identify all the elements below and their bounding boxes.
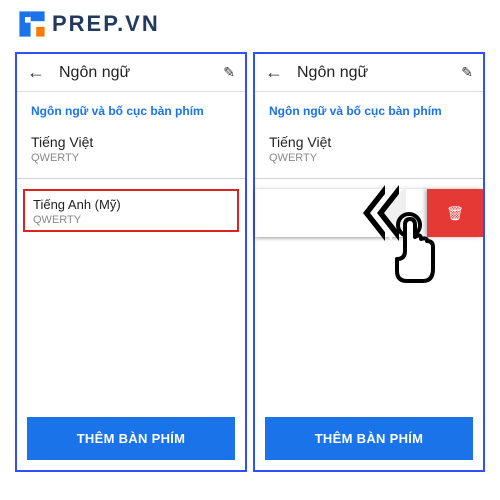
language-layout: QWERTY	[33, 214, 229, 226]
screen-right: ← Ngôn ngữ ✎ Ngôn ngữ và bố cục bàn phím…	[253, 52, 485, 472]
section-title: Ngôn ngữ và bố cục bàn phím	[17, 92, 245, 126]
add-keyboard-button[interactable]: THÊM BÀN PHÍM	[265, 417, 473, 460]
back-icon[interactable]: ←	[27, 62, 45, 83]
page-title: Ngôn ngữ	[297, 64, 461, 82]
add-keyboard-button[interactable]: THÊM BÀN PHÍM	[27, 417, 235, 460]
edit-icon[interactable]: ✎	[461, 64, 473, 81]
spacer	[17, 236, 245, 407]
section-title: Ngôn ngữ và bố cục bàn phím	[255, 92, 483, 126]
app-header: ← Ngôn ngữ ✎	[17, 54, 245, 92]
swipe-to-delete-area: 🗑	[255, 189, 483, 243]
pointer-hand-icon	[383, 211, 443, 287]
edit-icon[interactable]: ✎	[223, 64, 235, 81]
screen-left: ← Ngôn ngữ ✎ Ngôn ngữ và bố cục bàn phím…	[15, 52, 247, 472]
prep-logo-icon	[18, 10, 46, 38]
language-item-primary[interactable]: Tiếng Việt QWERTY	[255, 126, 483, 172]
language-name: Tiếng Anh (Mỹ)	[33, 197, 229, 212]
spacer	[255, 247, 483, 407]
app-header: ← Ngôn ngữ ✎	[255, 54, 483, 92]
language-layout: QWERTY	[31, 152, 231, 164]
logo-text: PREP.VN	[52, 11, 160, 37]
language-name: Tiếng Việt	[269, 134, 469, 150]
brand-logo: PREP.VN	[0, 0, 500, 48]
screens-container: ← Ngôn ngữ ✎ Ngôn ngữ và bố cục bàn phím…	[0, 48, 500, 487]
divider	[17, 178, 245, 179]
divider	[255, 178, 483, 179]
trash-icon[interactable]: 🗑	[446, 205, 464, 222]
page-title: Ngôn ngữ	[59, 64, 223, 82]
language-item-primary[interactable]: Tiếng Việt QWERTY	[17, 126, 245, 172]
language-layout: QWERTY	[269, 152, 469, 164]
back-icon[interactable]: ←	[265, 62, 283, 83]
language-name: Tiếng Việt	[31, 134, 231, 150]
language-item-secondary-highlighted[interactable]: Tiếng Anh (Mỹ) QWERTY	[23, 189, 239, 232]
